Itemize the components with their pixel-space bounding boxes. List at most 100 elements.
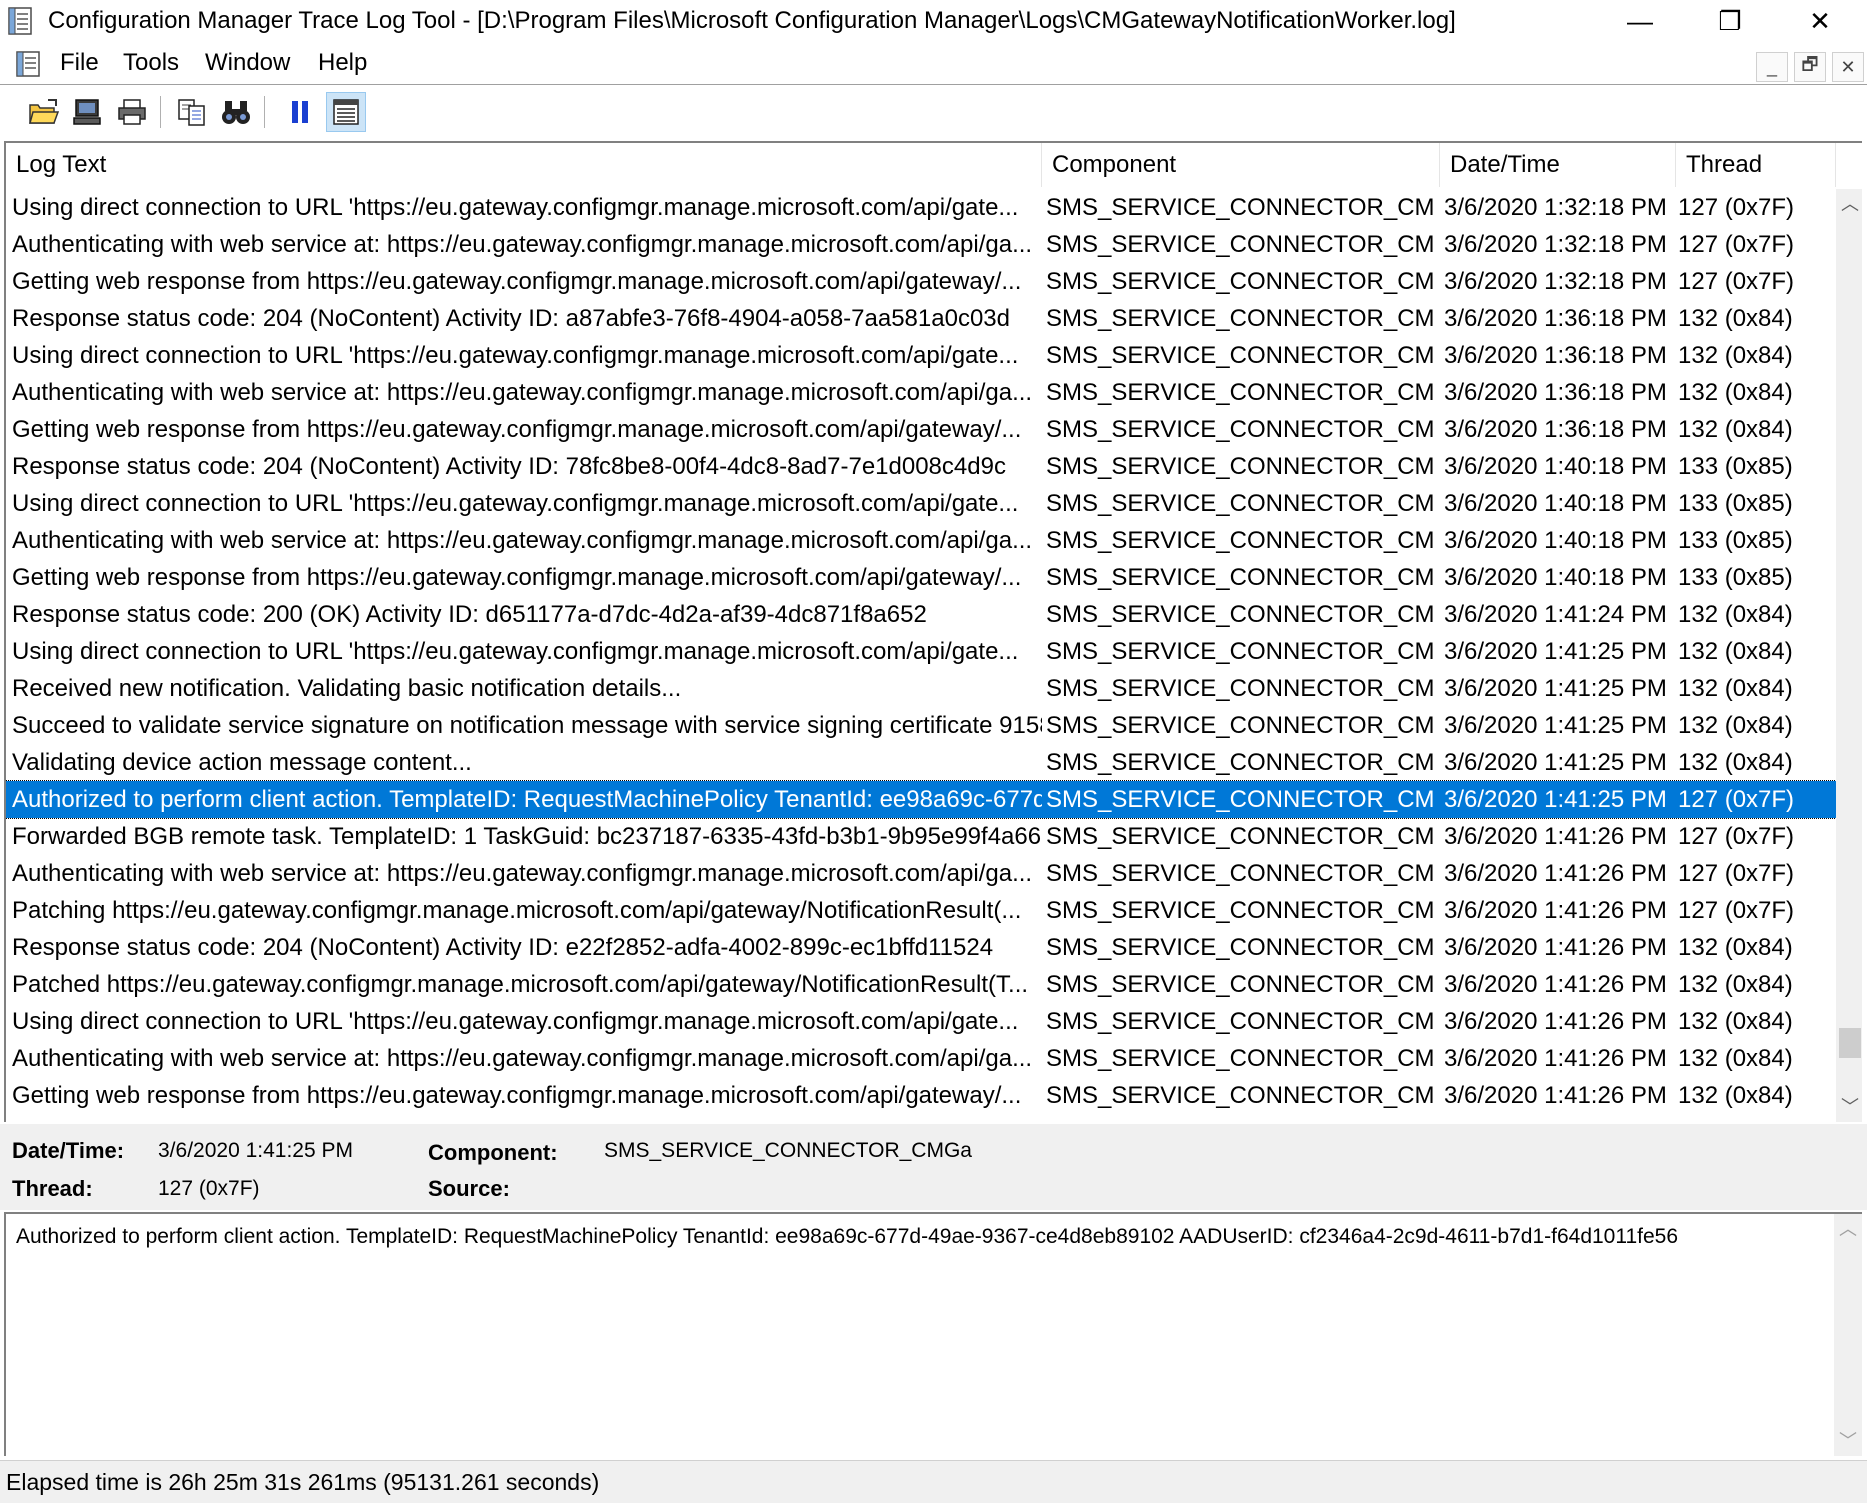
table-row[interactable]: Forwarded BGB remote task. TemplateID: 1…: [6, 818, 1836, 855]
table-row[interactable]: Getting web response from https://eu.gat…: [6, 559, 1836, 596]
datetime-cell: 3/6/2020 1:41:26 PM: [1444, 897, 1667, 924]
table-row[interactable]: Response status code: 200 (OK) Activity …: [6, 596, 1836, 633]
mdi-restore-button[interactable]: 🗗: [1794, 52, 1826, 82]
thread-cell: 132 (0x84): [1678, 1082, 1793, 1109]
find-button[interactable]: [216, 92, 256, 132]
toolbar-separator: [160, 96, 161, 128]
message-scrollbar[interactable]: ︿ ﹀: [1834, 1214, 1862, 1456]
scroll-down-icon[interactable]: ﹀: [1836, 1092, 1862, 1122]
open-on-server-button[interactable]: [68, 92, 108, 132]
component-cell: SMS_SERVICE_CONNECTOR_CMGatewayNotificat…: [1046, 490, 1434, 517]
table-row[interactable]: Authenticating with web service at: http…: [6, 522, 1836, 559]
component-label: Component:: [428, 1140, 558, 1165]
copy-icon: [178, 99, 205, 126]
thread-cell: 132 (0x84): [1678, 601, 1793, 628]
table-row[interactable]: Authenticating with web service at: http…: [6, 226, 1836, 263]
thread-cell: 127 (0x7F): [1678, 786, 1795, 813]
table-row[interactable]: Using direct connection to URL 'https://…: [6, 337, 1836, 374]
table-row[interactable]: Using direct connection to URL 'https://…: [6, 189, 1836, 226]
table-row[interactable]: Received new notification. Validating ba…: [6, 670, 1836, 707]
menu-file[interactable]: File: [60, 48, 99, 78]
minimize-icon: _: [1766, 56, 1777, 77]
scroll-down-icon[interactable]: ﹀: [1834, 1426, 1862, 1456]
component-cell: SMS_SERVICE_CONNECTOR_CMGatewayNotificat…: [1046, 749, 1434, 776]
highlight-button[interactable]: [326, 92, 366, 132]
pause-button[interactable]: [280, 92, 320, 132]
table-row[interactable]: Getting web response from https://eu.gat…: [6, 411, 1836, 448]
table-row[interactable]: Using direct connection to URL 'https://…: [6, 485, 1836, 522]
component-cell: SMS_SERVICE_CONNECTOR_CMGatewayNotificat…: [1046, 527, 1434, 554]
log-text-cell: Authenticating with web service at: http…: [12, 379, 1033, 406]
log-text-cell: Response status code: 200 (OK) Activity …: [12, 601, 927, 628]
component-cell: SMS_SERVICE_CONNECTOR_CMGatewayNotificat…: [1046, 1008, 1434, 1035]
table-row[interactable]: Patched https://eu.gateway.configmgr.man…: [6, 966, 1836, 1003]
table-row[interactable]: Getting web response from https://eu.gat…: [6, 1077, 1836, 1114]
table-row[interactable]: Response status code: 204 (NoContent) Ac…: [6, 929, 1836, 966]
table-row[interactable]: Succeed to validate service signature on…: [6, 707, 1836, 744]
column-header-component[interactable]: Component: [1042, 143, 1440, 187]
component-cell: SMS_SERVICE_CONNECTOR_CMGatewayNotificat…: [1046, 712, 1434, 739]
menu-tools[interactable]: Tools: [123, 48, 179, 78]
column-header-log-text[interactable]: Log Text: [6, 143, 1042, 187]
status-text: Elapsed time is 26h 25m 31s 261ms (95131…: [6, 1469, 600, 1495]
component-cell: SMS_SERVICE_CONNECTOR_CMGatewayNotificat…: [1046, 453, 1434, 480]
component-cell: SMS_SERVICE_CONNECTOR_CMGatewayNotificat…: [1046, 934, 1434, 961]
message-textbox[interactable]: Authorized to perform client action. Tem…: [4, 1212, 1862, 1456]
datetime-cell: 3/6/2020 1:40:18 PM: [1444, 564, 1667, 591]
table-row[interactable]: Authorized to perform client action. Tem…: [6, 780, 1837, 819]
print-button[interactable]: [112, 92, 152, 132]
table-row[interactable]: Response status code: 204 (NoContent) Ac…: [6, 448, 1836, 485]
datetime-cell: 3/6/2020 1:36:18 PM: [1444, 379, 1667, 406]
highlight-icon: [333, 99, 359, 125]
open-button[interactable]: [24, 92, 64, 132]
datetime-cell: 3/6/2020 1:36:18 PM: [1444, 305, 1667, 332]
component-value: SMS_SERVICE_CONNECTOR_CMGatew: [604, 1139, 972, 1162]
log-text-cell: Using direct connection to URL 'https://…: [12, 1008, 1019, 1035]
table-row[interactable]: Response status code: 204 (NoContent) Ac…: [6, 300, 1836, 337]
datetime-cell: 3/6/2020 1:36:18 PM: [1444, 342, 1667, 369]
thread-cell: 133 (0x85): [1678, 564, 1793, 591]
table-row[interactable]: Using direct connection to URL 'https://…: [6, 1003, 1836, 1040]
table-row[interactable]: Validating device action message content…: [6, 744, 1836, 781]
thread-cell: 132 (0x84): [1678, 1008, 1793, 1035]
menu-window[interactable]: Window: [205, 48, 290, 78]
datetime-label: Date/Time:: [12, 1138, 125, 1163]
datetime-cell: 3/6/2020 1:41:26 PM: [1444, 860, 1667, 887]
restore-button[interactable]: ❐: [1700, 0, 1760, 42]
scrollbar-thumb[interactable]: [1839, 1028, 1861, 1059]
scroll-up-icon[interactable]: ︿: [1834, 1214, 1862, 1244]
table-row[interactable]: Using direct connection to URL 'https://…: [6, 633, 1836, 670]
minimize-button[interactable]: —: [1610, 0, 1670, 42]
log-text-cell: Using direct connection to URL 'https://…: [12, 638, 1019, 665]
mdi-minimize-button[interactable]: _: [1756, 52, 1788, 82]
datetime-cell: 3/6/2020 1:40:18 PM: [1444, 490, 1667, 517]
menu-help[interactable]: Help: [318, 48, 367, 78]
log-text-cell: Validating device action message content…: [12, 749, 472, 776]
table-row[interactable]: Authenticating with web service at: http…: [6, 1040, 1836, 1077]
restore-icon: ❐: [1718, 5, 1742, 36]
column-header-thread[interactable]: Thread: [1676, 143, 1836, 187]
table-row[interactable]: Getting web response from https://eu.gat…: [6, 263, 1836, 300]
log-text-cell: Succeed to validate service signature on…: [12, 712, 1042, 739]
close-button[interactable]: ✕: [1790, 0, 1850, 42]
log-list[interactable]: Log Text Component Date/Time Thread Usin…: [4, 141, 1862, 1122]
status-bar: Elapsed time is 26h 25m 31s 261ms (95131…: [0, 1460, 1867, 1503]
source-label: Source:: [428, 1176, 510, 1201]
log-text-cell: Using direct connection to URL 'https://…: [12, 342, 1019, 369]
column-header-datetime[interactable]: Date/Time: [1440, 143, 1676, 187]
table-row[interactable]: Patching https://eu.gateway.configmgr.ma…: [6, 892, 1836, 929]
menu-separator: [0, 84, 1867, 85]
table-row[interactable]: Authenticating with web service at: http…: [6, 374, 1836, 411]
table-row[interactable]: Authenticating with web service at: http…: [6, 855, 1836, 892]
log-list-scrollbar[interactable]: ︿ ﹀: [1836, 189, 1862, 1122]
scroll-up-icon[interactable]: ︿: [1836, 189, 1862, 219]
thread-cell: 133 (0x85): [1678, 490, 1793, 517]
component-cell: SMS_SERVICE_CONNECTOR_CMGatewayNotificat…: [1046, 1045, 1434, 1072]
thread-cell: 132 (0x84): [1678, 305, 1793, 332]
thread-cell: 132 (0x84): [1678, 638, 1793, 665]
log-text-cell: Getting web response from https://eu.gat…: [12, 416, 1022, 443]
component-cell: SMS_SERVICE_CONNECTOR_CMGatewayNotificat…: [1046, 305, 1434, 332]
mdi-close-button[interactable]: ✕: [1832, 52, 1864, 82]
copy-button[interactable]: [172, 92, 212, 132]
datetime-cell: 3/6/2020 1:41:26 PM: [1444, 823, 1667, 850]
